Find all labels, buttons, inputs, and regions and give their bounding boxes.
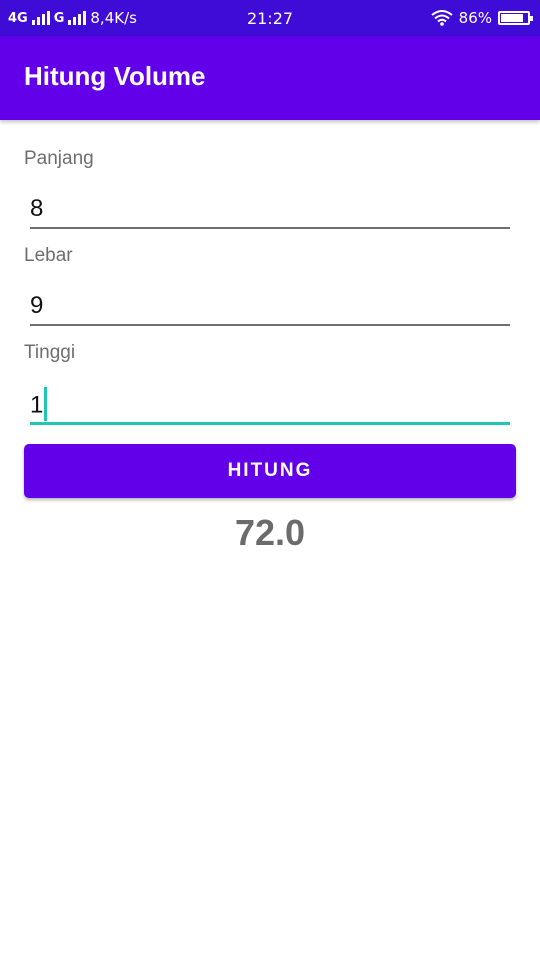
tinggi-label: Tinggi — [24, 342, 76, 363]
battery-icon — [498, 11, 533, 25]
lebar-label: Lebar — [24, 245, 73, 266]
panjang-field[interactable]: 8 — [30, 193, 510, 229]
battery-percent: 86% — [458, 9, 492, 27]
hitung-button[interactable]: HITUNG — [24, 444, 516, 498]
lebar-field[interactable]: 9 — [30, 290, 510, 326]
page-title: Hitung Volume — [24, 61, 206, 91]
text-cursor — [44, 387, 48, 421]
panjang-value: 8 — [30, 195, 44, 222]
status-bar-right: 86% — [431, 9, 533, 27]
status-bar: 4G G 8,4K/s 21:27 86% — [0, 0, 540, 36]
panjang-label: Panjang — [24, 148, 94, 169]
result-value: 72.0 — [234, 512, 306, 553]
tinggi-value: 1 — [30, 391, 44, 419]
lebar-value: 9 — [30, 292, 44, 319]
app-bar: Hitung Volume — [0, 36, 540, 120]
tinggi-value-wrap: 1 — [30, 387, 48, 421]
wifi-icon — [431, 10, 453, 26]
battery-level — [501, 14, 524, 22]
tinggi-field[interactable]: 1 — [30, 387, 510, 425]
